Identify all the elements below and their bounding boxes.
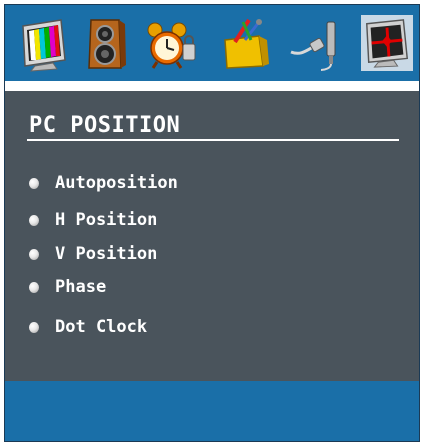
pc-position-icon: [366, 19, 409, 68]
menu-item-dot-clock[interactable]: Dot Clock: [29, 315, 147, 339]
picture-icon: [22, 19, 66, 72]
pc-position-panel: PC POSITION Autoposition H Position V Po…: [5, 91, 419, 381]
menu-item-label: V Position: [55, 244, 158, 264]
menu-item-label: Phase: [55, 277, 107, 297]
bullet-icon: [29, 248, 39, 260]
menu-item-label: H Position: [55, 210, 158, 230]
page-title: PC POSITION: [29, 113, 181, 138]
menu-item-h-position[interactable]: H Position: [29, 208, 157, 232]
menu-item-label: Autoposition: [55, 173, 178, 193]
picture-menu-tab[interactable]: [15, 13, 73, 75]
source-cable-icon: [290, 21, 336, 71]
menu-item-v-position[interactable]: V Position: [29, 242, 157, 266]
setup-tools-icon: [224, 18, 269, 69]
timer-alarm-icon: [147, 22, 196, 69]
setup-menu-tab[interactable]: [217, 13, 275, 75]
menu-item-autoposition[interactable]: Autoposition: [29, 171, 178, 195]
sound-icon: [88, 19, 126, 69]
osd-menu: PC POSITION Autoposition H Position V Po…: [4, 4, 420, 442]
pc-position-menu-tab[interactable]: [361, 15, 413, 71]
menu-item-phase[interactable]: Phase: [29, 275, 106, 299]
sound-menu-tab[interactable]: [77, 13, 135, 75]
footer-bar: [5, 381, 419, 441]
bullet-icon: [29, 214, 39, 226]
timer-menu-tab[interactable]: [141, 13, 199, 75]
menu-icon-bar: [5, 5, 419, 81]
bullet-icon: [29, 281, 39, 293]
source-menu-tab[interactable]: [285, 13, 343, 75]
bullet-icon: [29, 321, 39, 333]
title-underline: [27, 139, 399, 141]
bullet-icon: [29, 177, 39, 189]
separator: [5, 81, 419, 91]
menu-item-label: Dot Clock: [55, 317, 148, 337]
